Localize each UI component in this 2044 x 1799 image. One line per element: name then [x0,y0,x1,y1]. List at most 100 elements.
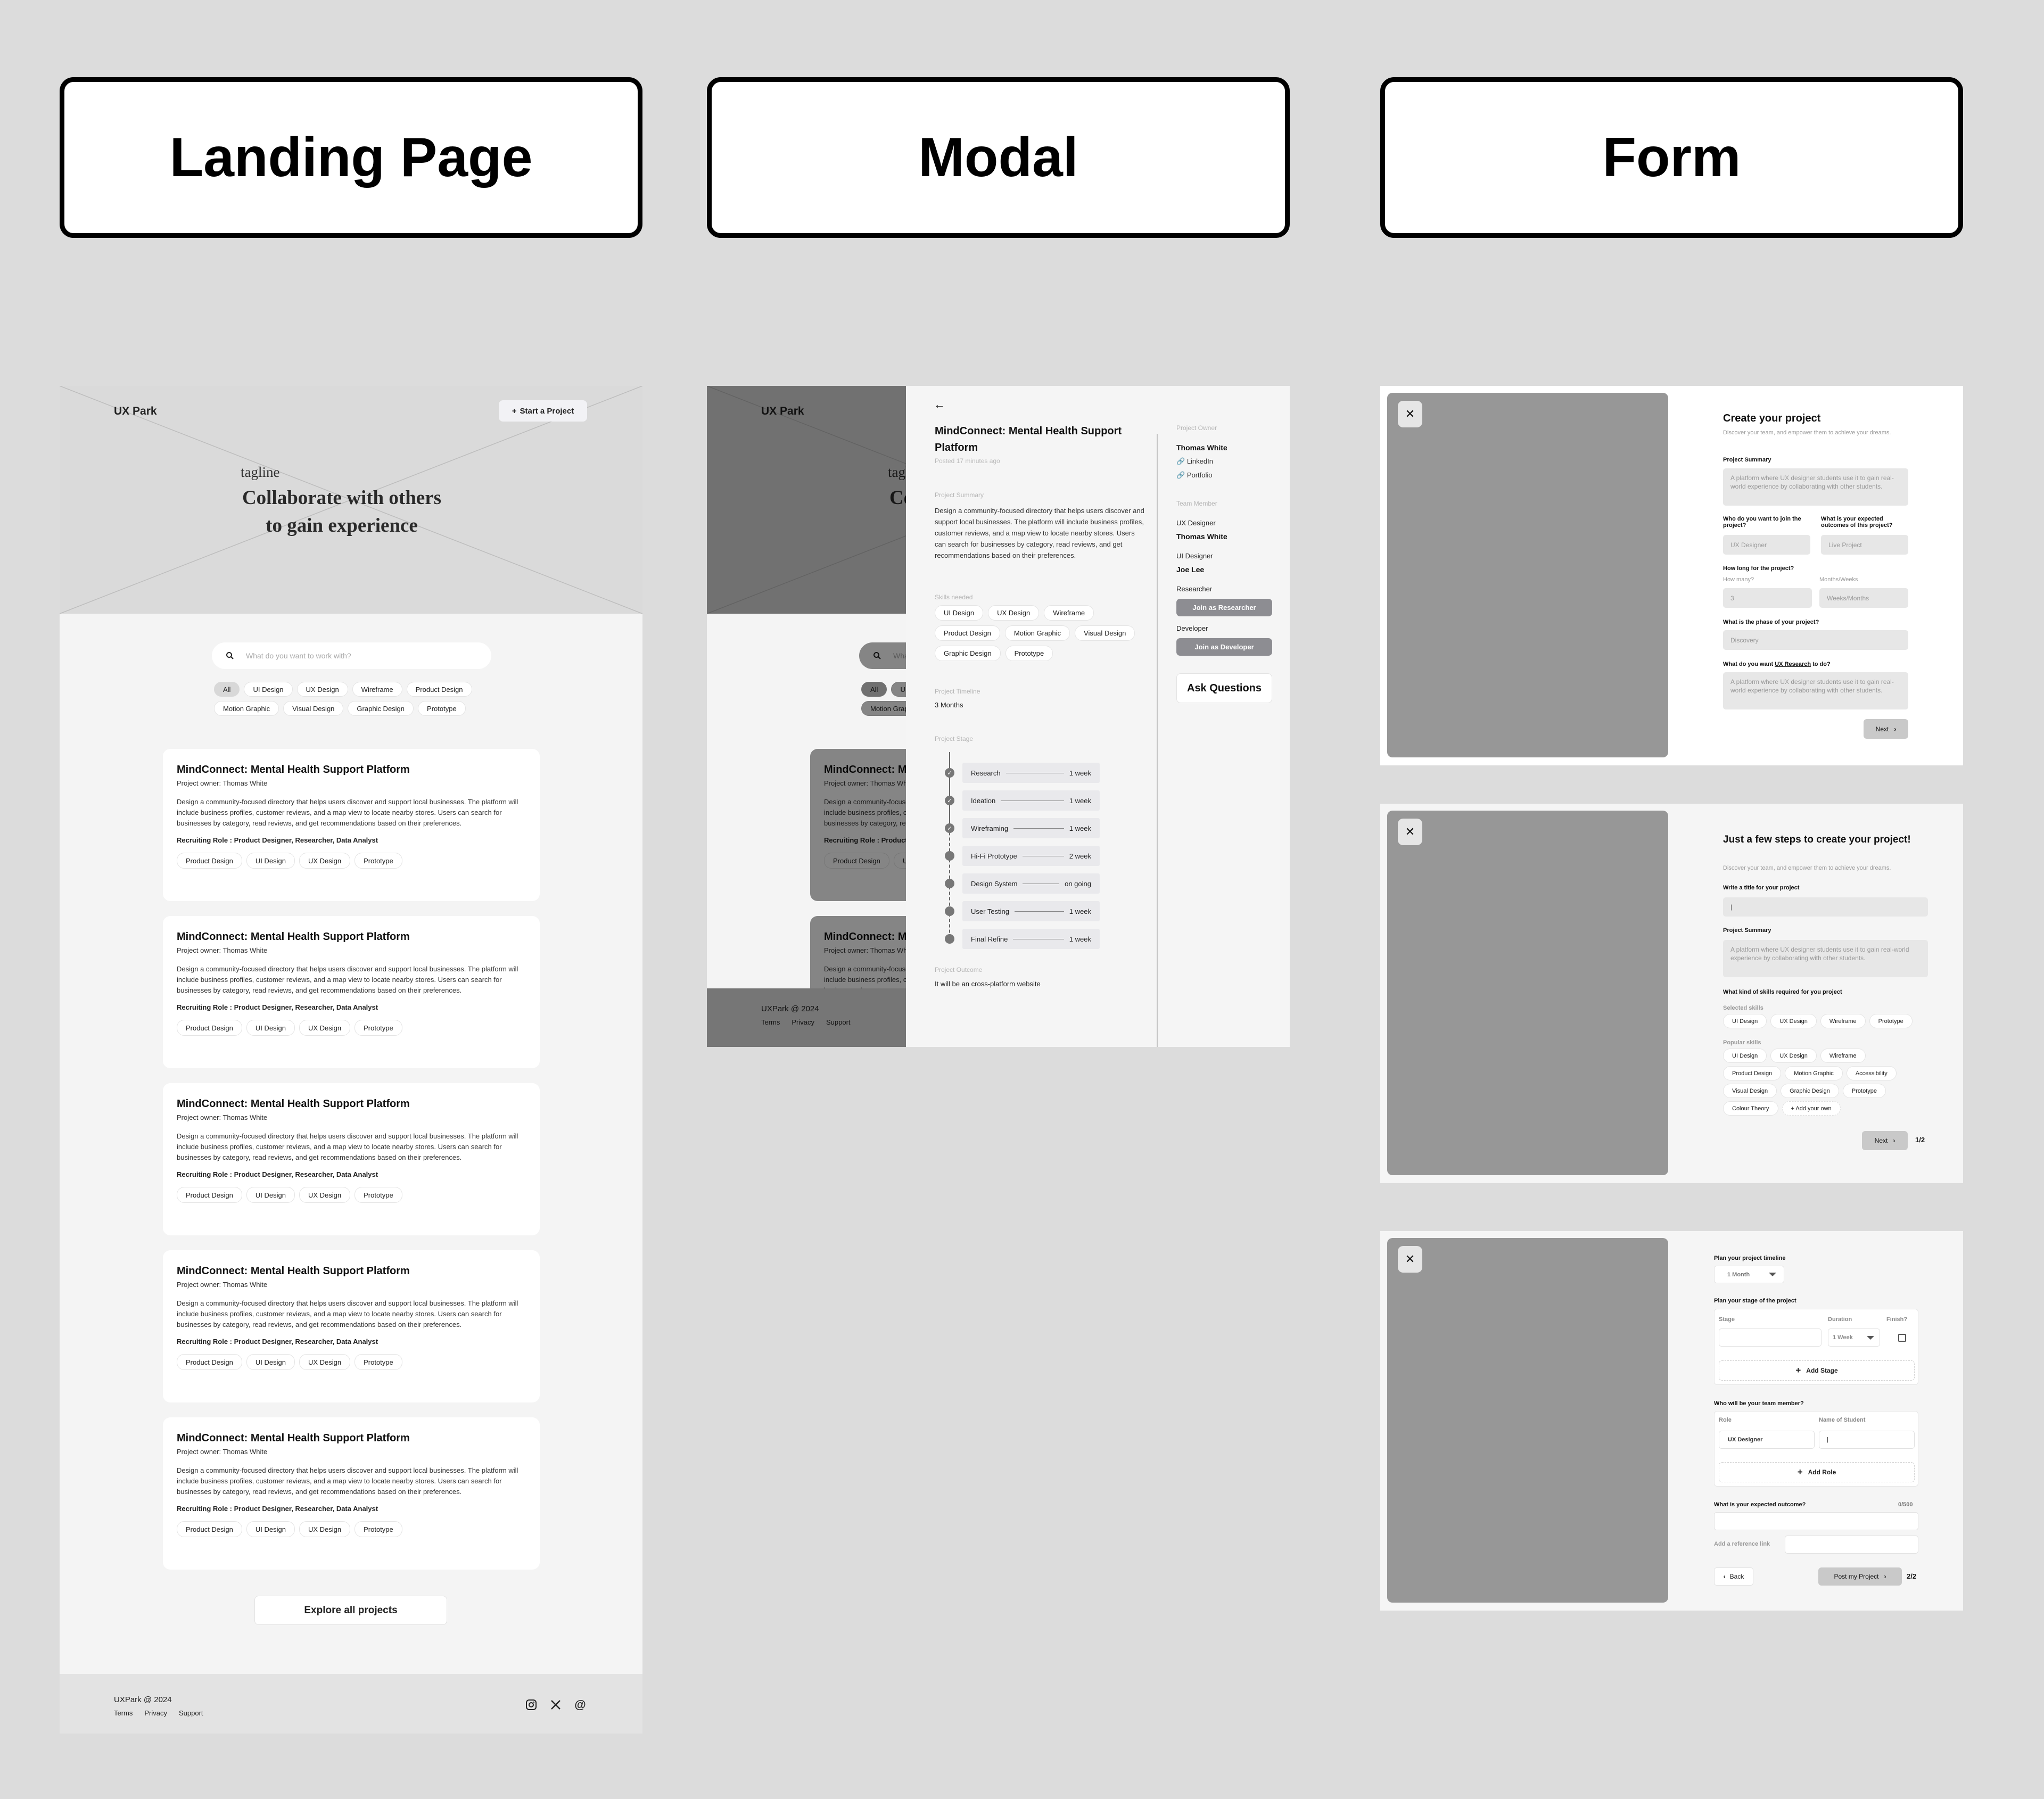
popular-skill-chip[interactable]: Product Design [1723,1066,1782,1080]
skill-chip[interactable]: UI Design [935,605,984,621]
summary-textarea[interactable]: A platform where UX designer students us… [1723,468,1908,506]
tag-chip[interactable]: UI Design [246,853,295,869]
skill-chip[interactable]: UX Design [988,605,1040,621]
tag-chip[interactable]: Product Design [177,1020,242,1036]
skill-chip[interactable]: Motion Graphic [1004,625,1070,641]
student-name-input[interactable]: | [1819,1431,1915,1449]
title-input[interactable]: | [1723,897,1928,917]
popular-skill-chip[interactable]: Accessibility [1846,1066,1897,1080]
filter-chip[interactable]: UX Design [296,682,348,697]
tag-chip[interactable]: Product Design [177,853,242,869]
tag-chip[interactable]: UX Design [299,1187,351,1203]
popular-skill-chip[interactable]: Colour Theory [1723,1101,1778,1116]
selected-skill-chip[interactable]: Wireframe [1820,1014,1866,1028]
close-button[interactable]: ✕ [1398,401,1422,427]
tag-chip[interactable]: UX Design [299,1521,351,1537]
back-arrow-icon[interactable]: ← [934,398,945,411]
tag-chip[interactable]: UX Design [299,1020,351,1036]
post-project-button[interactable]: Post my Project › [1818,1567,1902,1586]
x-icon[interactable] [548,1697,563,1712]
duration-select[interactable]: 1 Week [1828,1328,1880,1347]
tag-chip[interactable]: Prototype [355,1187,402,1203]
summary-textarea[interactable]: A platform where UX designer students us… [1723,940,1928,977]
tag-chip[interactable]: UI Design [246,1354,295,1370]
filter-chip[interactable]: Prototype [418,701,466,716]
tag-chip[interactable]: Prototype [355,1521,402,1537]
search-input[interactable]: What do you want to work with? [212,642,491,669]
filter-chip[interactable]: All [214,682,240,697]
research-textarea[interactable]: A platform where UX designer students us… [1723,672,1908,709]
tag-chip[interactable]: Product Design [824,853,889,869]
tag-chip[interactable]: Prototype [355,853,402,869]
back-button[interactable]: ‹ Back [1714,1567,1753,1586]
filter-chip[interactable]: Graphic Design [348,701,414,716]
next-button[interactable]: Next › [1864,719,1908,739]
outcome-input[interactable] [1714,1512,1918,1530]
selected-skill-chip[interactable]: UX Design [1770,1014,1817,1028]
add-role-button[interactable]: + Add Role [1719,1462,1915,1482]
skill-chip[interactable]: Product Design [935,625,1000,641]
outcome-input[interactable]: Live Project [1821,535,1908,555]
footer-link-support[interactable]: Support [179,1709,203,1717]
skill-chip[interactable]: Prototype [1005,646,1053,661]
add-stage-button[interactable]: + Add Stage [1719,1360,1915,1381]
tag-chip[interactable]: Product Design [177,1354,242,1370]
close-button[interactable]: ✕ [1398,1246,1422,1273]
add-own-skill-button[interactable]: + Add your own [1782,1101,1841,1116]
skill-chip[interactable]: Visual Design [1075,625,1135,641]
instagram-icon[interactable] [524,1697,539,1712]
owner-link-linkedin[interactable]: 🔗 LinkedIn [1176,457,1213,466]
skill-chip[interactable]: Graphic Design [935,646,1001,661]
popular-skill-chip[interactable]: Motion Graphic [1785,1066,1843,1080]
filter-chip[interactable]: Motion Graphic [214,701,279,716]
footer-link-terms[interactable]: Terms [114,1709,133,1717]
filter-chip[interactable]: Wireframe [352,682,402,697]
skill-chip[interactable]: Wireframe [1044,605,1094,621]
phase-input[interactable]: Discovery [1723,630,1908,650]
tag-chip[interactable]: UI Design [246,1020,295,1036]
filter-chip[interactable]: All [861,682,887,697]
project-card[interactable]: MindConnect: Mental Health Support Platf… [163,916,540,1068]
project-card[interactable]: MindConnect: Mental Health Support Platf… [163,749,540,901]
start-project-button[interactable]: + Start a Project [499,400,587,422]
tag-chip[interactable]: Prototype [355,1354,402,1370]
popular-skill-chip[interactable]: Visual Design [1723,1084,1777,1098]
tag-chip[interactable]: UX Design [299,853,351,869]
selected-skill-chip[interactable]: UI Design [1723,1014,1767,1028]
owner-link-portfolio[interactable]: 🔗 Portfolio [1176,471,1213,480]
popular-skill-chip[interactable]: UX Design [1770,1049,1817,1063]
threads-icon[interactable]: @ [573,1697,588,1712]
ux-research-link[interactable]: UX Research [1775,661,1811,667]
popular-skill-chip[interactable]: UI Design [1723,1049,1767,1063]
popular-skill-chip[interactable]: Prototype [1842,1084,1886,1098]
project-card[interactable]: MindConnect: Mental Health Support Platf… [163,1250,540,1402]
filter-chip[interactable]: Visual Design [283,701,344,716]
filter-chip[interactable]: UI Design [244,682,293,697]
footer-link-privacy[interactable]: Privacy [144,1709,167,1717]
explore-all-projects-button[interactable]: Explore all projects [254,1596,447,1625]
join-developer-button[interactable]: Join as Developer [1176,638,1272,656]
tag-chip[interactable]: UI Design [246,1521,295,1537]
project-card[interactable]: MindConnect: Mental Health Support Platf… [163,1417,540,1570]
how-many-input[interactable]: 3 [1723,588,1812,608]
join-input[interactable]: UX Designer [1723,535,1810,555]
selected-skill-chip[interactable]: Prototype [1869,1014,1913,1028]
tag-chip[interactable]: Prototype [355,1020,402,1036]
popular-skill-chip[interactable]: Wireframe [1820,1049,1866,1063]
stage-name-input[interactable] [1719,1328,1822,1347]
finish-checkbox[interactable] [1898,1334,1906,1342]
role-input[interactable]: UX Designer [1719,1431,1815,1449]
tag-chip[interactable]: Product Design [177,1521,242,1537]
tag-chip[interactable]: Product Design [177,1187,242,1203]
filter-chip[interactable]: Product Design [406,682,472,697]
tag-chip[interactable]: UX Design [299,1354,351,1370]
popular-skill-chip[interactable]: Graphic Design [1781,1084,1839,1098]
join-researcher-button[interactable]: Join as Researcher [1176,599,1272,616]
unit-input[interactable]: Weeks/Months [1819,588,1908,608]
brand-logo[interactable]: UX Park [114,405,157,418]
project-card[interactable]: MindConnect: Mental Health Support Platf… [163,1083,540,1235]
tag-chip[interactable]: UI Design [246,1187,295,1203]
ask-questions-button[interactable]: Ask Questions [1176,673,1272,703]
close-button[interactable]: ✕ [1398,819,1422,845]
next-button[interactable]: Next › [1862,1131,1908,1150]
